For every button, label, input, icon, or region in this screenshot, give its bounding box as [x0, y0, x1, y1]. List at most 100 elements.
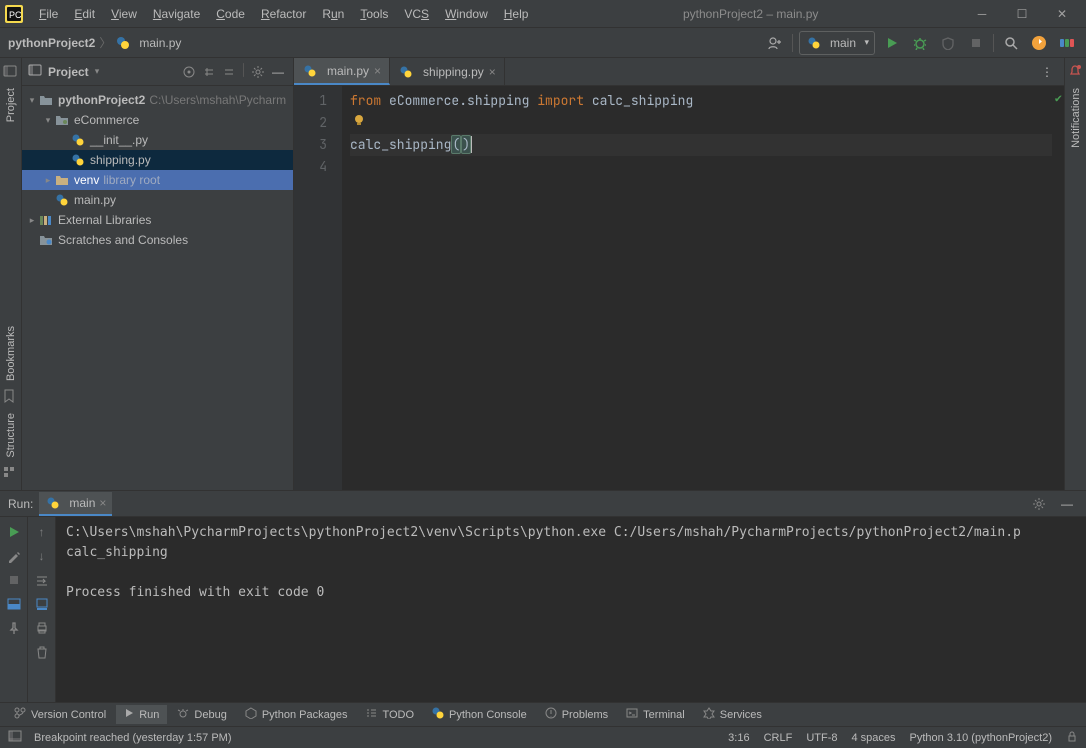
line-separator[interactable]: CRLF	[764, 732, 793, 744]
structure-icon[interactable]	[3, 466, 19, 482]
interpreter[interactable]: Python 3.10 (pythonProject2)	[910, 732, 1052, 744]
stop-icon[interactable]	[3, 569, 25, 591]
editor-marker-bar[interactable]: ✔	[1052, 86, 1064, 490]
coverage-button[interactable]	[937, 32, 959, 54]
tool-windows-icon[interactable]	[8, 729, 22, 746]
soft-wrap-icon[interactable]	[31, 569, 53, 591]
tool-python-packages[interactable]: Python Packages	[237, 704, 356, 725]
scroll-to-end-icon[interactable]	[31, 593, 53, 615]
rerun-icon[interactable]	[3, 521, 25, 543]
code-content[interactable]: from eCommerce.shipping import calc_ship…	[342, 86, 1052, 490]
menu-help[interactable]: Help	[497, 4, 536, 24]
close-button[interactable]: ✕	[1046, 2, 1078, 26]
run-actions-toolbar	[0, 517, 28, 702]
menu-view[interactable]: View	[104, 4, 144, 24]
tool-run[interactable]: Run	[116, 705, 167, 724]
menu-refactor[interactable]: Refactor	[254, 4, 313, 24]
close-icon[interactable]: ×	[99, 496, 106, 510]
menu-navigate[interactable]: Navigate	[146, 4, 207, 24]
tree-main-py[interactable]: main.py	[22, 190, 293, 210]
project-tree[interactable]: ▾ pythonProject2 C:\Users\mshah\Pycharm …	[22, 86, 293, 490]
add-user-icon[interactable]	[764, 32, 786, 54]
settings-icon[interactable]	[1028, 493, 1050, 515]
intention-bulb-icon[interactable]	[352, 112, 366, 126]
up-icon[interactable]: ↑	[31, 521, 53, 543]
tool-label: TODO	[382, 709, 414, 721]
menu-edit[interactable]: Edit	[67, 4, 102, 24]
select-opened-file-icon[interactable]	[180, 63, 198, 81]
run-config-selector[interactable]: main	[799, 31, 875, 55]
breadcrumb-file[interactable]: main.py	[115, 35, 181, 51]
stop-button[interactable]	[965, 32, 987, 54]
tool-version-control[interactable]: Version Control	[6, 704, 114, 725]
layout-icon[interactable]	[3, 593, 25, 615]
tab-options-icon[interactable]: ⋮	[1036, 61, 1058, 83]
menu-run[interactable]: Run	[315, 4, 351, 24]
console-output[interactable]: C:\Users\mshah\PycharmProjects\pythonPro…	[56, 517, 1086, 702]
run-tab-main[interactable]: main ×	[39, 492, 112, 516]
close-icon[interactable]: ×	[489, 65, 496, 79]
project-gutter-icon[interactable]	[3, 64, 19, 80]
collapse-all-icon[interactable]	[220, 63, 238, 81]
bookmark-icon[interactable]	[3, 389, 19, 405]
tree-root[interactable]: ▾ pythonProject2 C:\Users\mshah\Pycharm	[22, 90, 293, 110]
chevron-right-icon[interactable]: ▸	[42, 175, 54, 186]
tree-scratches[interactable]: Scratches and Consoles	[22, 230, 293, 250]
breadcrumb-project[interactable]: pythonProject2	[8, 36, 95, 50]
tool-label: Debug	[194, 709, 226, 721]
code-editor[interactable]: 1 2 3 4 from eCommerce.shipping import c…	[294, 86, 1064, 490]
print-icon[interactable]	[31, 617, 53, 639]
file-encoding[interactable]: UTF-8	[806, 732, 837, 744]
delete-icon[interactable]	[31, 641, 53, 663]
ide-update-icon[interactable]	[1028, 32, 1050, 54]
tool-python-console[interactable]: Python Console	[424, 704, 535, 725]
debug-button[interactable]	[909, 32, 931, 54]
tree-shipping-py[interactable]: shipping.py	[22, 150, 293, 170]
hide-panel-icon[interactable]: —	[1056, 493, 1078, 515]
indent-setting[interactable]: 4 spaces	[851, 732, 895, 744]
menu-code[interactable]: Code	[209, 4, 252, 24]
lock-icon[interactable]	[1066, 730, 1078, 745]
expand-all-icon[interactable]	[200, 63, 218, 81]
modify-run-config-icon[interactable]	[3, 545, 25, 567]
tree-venv-hint: library root	[103, 173, 160, 187]
python-file-icon	[70, 132, 86, 148]
inspection-ok-icon[interactable]: ✔	[1055, 90, 1062, 106]
minimize-button[interactable]: ─	[966, 2, 998, 26]
tool-terminal[interactable]: Terminal	[618, 704, 693, 725]
tab-shipping-py[interactable]: shipping.py ×	[390, 58, 505, 85]
right-gutter-notifications[interactable]: Notifications	[1070, 82, 1082, 154]
tool-todo[interactable]: TODO	[357, 704, 422, 725]
tool-services[interactable]: Services	[695, 704, 770, 725]
tree-ecommerce[interactable]: ▾ eCommerce	[22, 110, 293, 130]
left-gutter-structure[interactable]: Structure	[5, 407, 17, 464]
ide-features-icon[interactable]	[1056, 32, 1078, 54]
close-icon[interactable]: ×	[374, 64, 381, 78]
menu-vcs[interactable]: VCS	[397, 4, 436, 24]
app-icon: PC	[4, 4, 24, 24]
chevron-down-icon[interactable]: ▾	[42, 115, 54, 126]
left-gutter-bookmarks[interactable]: Bookmarks	[5, 320, 17, 387]
pin-icon[interactable]	[3, 617, 25, 639]
run-button[interactable]	[881, 32, 903, 54]
caret-position[interactable]: 3:16	[728, 732, 749, 744]
chevron-right-icon[interactable]: ▸	[26, 215, 38, 226]
search-icon[interactable]	[1000, 32, 1022, 54]
tool-debug[interactable]: Debug	[169, 704, 234, 725]
menu-window[interactable]: Window	[438, 4, 495, 24]
menu-tools[interactable]: Tools	[353, 4, 395, 24]
tool-problems[interactable]: Problems	[537, 704, 616, 725]
chevron-down-icon[interactable]: ▾	[26, 95, 38, 106]
down-icon[interactable]: ↓	[31, 545, 53, 567]
dropdown-icon[interactable]: ▾	[95, 66, 100, 77]
bell-icon[interactable]	[1068, 64, 1084, 80]
settings-icon[interactable]	[249, 63, 267, 81]
tab-main-py[interactable]: main.py ×	[294, 58, 390, 85]
tree-init-py[interactable]: __init__.py	[22, 130, 293, 150]
menu-file[interactable]: File	[32, 4, 65, 24]
tree-external-libs[interactable]: ▸ External Libraries	[22, 210, 293, 230]
tree-venv[interactable]: ▸ venv library root	[22, 170, 293, 190]
hide-panel-icon[interactable]: —	[269, 63, 287, 81]
left-gutter-project[interactable]: Project	[5, 82, 17, 128]
maximize-button[interactable]: ☐	[1006, 2, 1038, 26]
